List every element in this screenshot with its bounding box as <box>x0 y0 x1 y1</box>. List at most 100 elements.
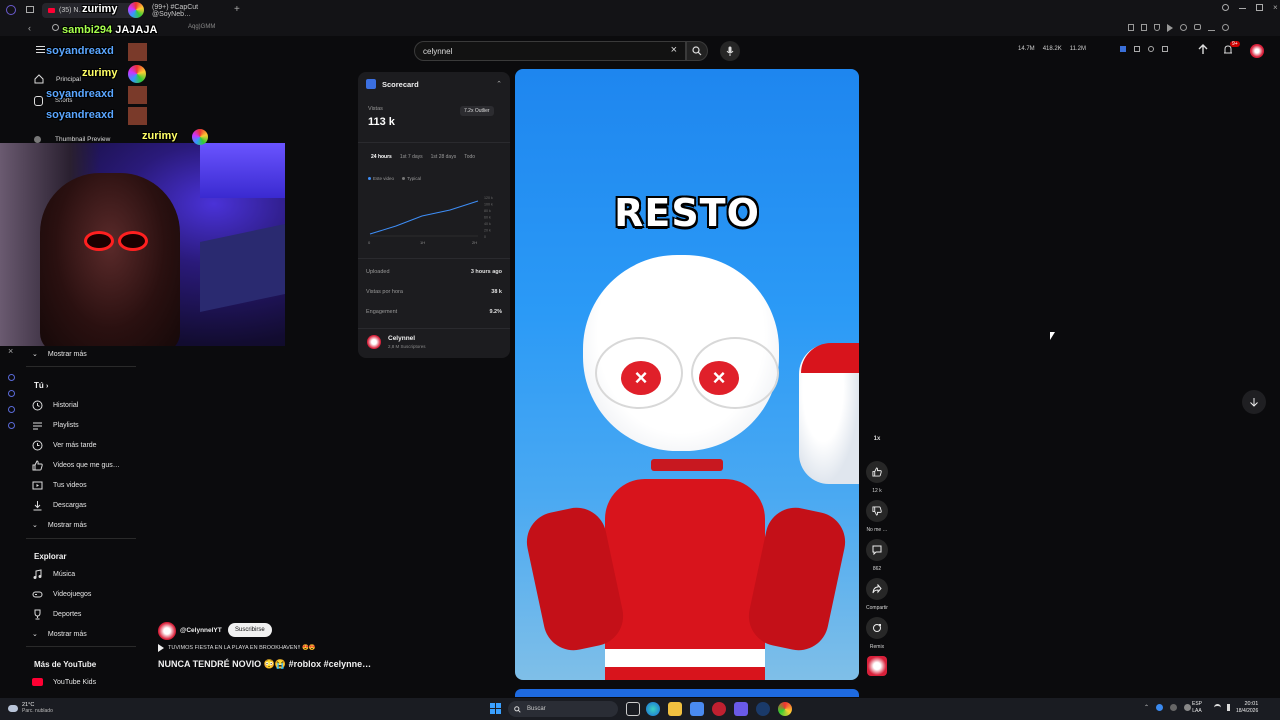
quick-settings[interactable] <box>1214 704 1234 711</box>
video-title[interactable]: NUNCA TENDRÉ NOVIO 😳😭 #roblox #celynne… <box>158 659 371 670</box>
channel-avatar[interactable] <box>158 622 176 640</box>
collapse-icon[interactable]: ⌃ <box>496 80 502 88</box>
divider <box>26 366 136 367</box>
chat-message: zurimy <box>82 3 117 15</box>
sidebar-show-more[interactable]: ⌄ Mostrar más <box>32 626 87 642</box>
rail-icon[interactable] <box>8 422 15 429</box>
sidebar-item-label: Mostrar más <box>47 350 87 358</box>
rail-icon[interactable] <box>8 406 15 413</box>
views-per-hour-label: Vistas por hora <box>366 289 403 295</box>
clear-search-icon[interactable]: × <box>671 44 677 56</box>
rail-icon[interactable] <box>8 390 15 397</box>
settings-icon[interactable] <box>1222 24 1229 31</box>
speed-label[interactable]: 1x <box>860 436 894 442</box>
stat-views: 14.7M <box>1018 46 1035 52</box>
sidebar-show-more[interactable]: ⌄ Mostrar más <box>32 517 87 533</box>
description-row[interactable]: TUVIMOS FIESTA EN LA PLAYA EN BROOKHAVEN… <box>158 644 316 652</box>
sidebar-item-sports[interactable]: Deportes <box>32 606 81 622</box>
sidebar-heading-you[interactable]: Tú › <box>34 381 48 390</box>
chat-emote <box>192 129 208 145</box>
chat-icon[interactable] <box>1194 24 1201 30</box>
taskbar-search[interactable]: Buscar <box>508 701 618 717</box>
character-shirt-stripe <box>605 649 765 667</box>
tray-icon[interactable] <box>1156 704 1164 711</box>
sidebar-item-music[interactable]: Música <box>32 566 75 582</box>
steam-icon[interactable] <box>756 702 770 716</box>
store-icon[interactable] <box>690 702 704 716</box>
sound-avatar[interactable] <box>867 656 887 676</box>
subscribe-button[interactable]: Suscribirse <box>228 623 272 637</box>
dislike-button[interactable] <box>866 500 888 522</box>
clock-icon <box>32 440 43 450</box>
y-tick: 100 k <box>484 203 493 207</box>
tool-icon[interactable] <box>1148 46 1154 52</box>
tray-icon[interactable] <box>1170 704 1178 711</box>
sidebar-item-watch-later[interactable]: Ver más tarde <box>32 437 97 453</box>
tray-icon[interactable] <box>1184 704 1192 711</box>
notifications-button[interactable]: 9+ <box>1222 41 1240 58</box>
search-button[interactable] <box>686 41 708 61</box>
short-video-player[interactable]: RESTO × × <box>515 69 859 680</box>
legend-text: Este video <box>373 176 395 181</box>
tool-icon[interactable] <box>1120 46 1126 52</box>
play-icon <box>158 644 164 652</box>
edge-icon[interactable] <box>646 702 660 716</box>
microphone-icon <box>726 46 734 56</box>
share-button[interactable] <box>866 578 888 600</box>
heart-icon[interactable] <box>1180 24 1187 31</box>
maximize-icon[interactable] <box>1256 4 1263 11</box>
tool-icon[interactable] <box>1162 46 1168 52</box>
volume-icon <box>1227 704 1234 711</box>
tool-icon[interactable] <box>1134 46 1140 52</box>
remix-button[interactable] <box>866 617 888 639</box>
channel-avatar[interactable] <box>367 335 381 349</box>
weather-widget[interactable]: 21°C Parc. nublado <box>8 702 53 714</box>
sidebar-show-more[interactable]: ⌄ Mostrar más <box>32 346 87 362</box>
avatar[interactable] <box>1250 44 1264 58</box>
chevron-up-icon[interactable]: ⌃ <box>1144 704 1149 711</box>
language-indicator[interactable]: ESP LAA <box>1192 701 1202 715</box>
close-icon[interactable]: × <box>8 346 13 356</box>
tab-28-days[interactable]: 1st 28 days <box>431 154 457 160</box>
minimize-icon[interactable] <box>1239 8 1246 9</box>
download-icon[interactable] <box>1208 24 1215 31</box>
share-label: Compartir <box>866 605 888 611</box>
chat-message: soyandreaxd <box>46 88 114 100</box>
y-tick: 0 <box>484 235 486 239</box>
app-icon[interactable] <box>712 702 726 716</box>
sidebar-item-youtube-kids[interactable]: YouTube Kids <box>32 674 96 690</box>
task-view-icon[interactable] <box>626 702 640 716</box>
sidebar-item-history[interactable]: Historial <box>32 397 78 413</box>
bookmark-icon[interactable] <box>1128 24 1134 31</box>
next-video-peek[interactable] <box>515 689 859 697</box>
like-button[interactable] <box>866 461 888 483</box>
discord-icon[interactable] <box>734 702 748 716</box>
tab-7-days[interactable]: 1st 7 days <box>400 154 423 160</box>
y-tick: 20 k <box>484 229 491 233</box>
channel-handle[interactable]: @CelynnelYT <box>180 627 222 634</box>
sidebar-item-gaming[interactable]: Videojuegos <box>32 586 91 602</box>
x-tick: 0 <box>368 240 371 245</box>
file-explorer-icon[interactable] <box>668 702 682 716</box>
chrome-icon[interactable] <box>778 702 792 716</box>
tab-all[interactable]: Todo <box>464 154 475 160</box>
sidebar-item-liked-videos[interactable]: Videos que me gus… <box>32 457 120 473</box>
search-input[interactable]: celynnel × <box>414 41 686 61</box>
sidebar-item-playlists[interactable]: Playlists <box>32 417 79 433</box>
rail-icon[interactable] <box>8 374 15 381</box>
extension-icon[interactable] <box>1141 24 1147 31</box>
comments-button[interactable] <box>866 539 888 561</box>
shield-icon[interactable] <box>1154 24 1160 31</box>
sidebar-item-downloads[interactable]: Descargas <box>32 497 86 513</box>
search-icon[interactable] <box>1222 4 1229 11</box>
tab-24-hours[interactable]: 24 hours <box>371 154 392 160</box>
channel-name[interactable]: Celynnel <box>388 335 415 342</box>
clock[interactable]: 20:01 18/4/2026 <box>1236 701 1258 715</box>
next-short-button[interactable] <box>1242 390 1266 414</box>
sidebar-item-your-videos[interactable]: Tus videos <box>32 477 87 493</box>
play-icon[interactable] <box>1167 24 1173 32</box>
voice-search-button[interactable] <box>720 41 740 61</box>
upload-button[interactable] <box>1196 43 1210 57</box>
start-button[interactable] <box>490 703 501 714</box>
close-icon[interactable]: × <box>1273 4 1278 12</box>
